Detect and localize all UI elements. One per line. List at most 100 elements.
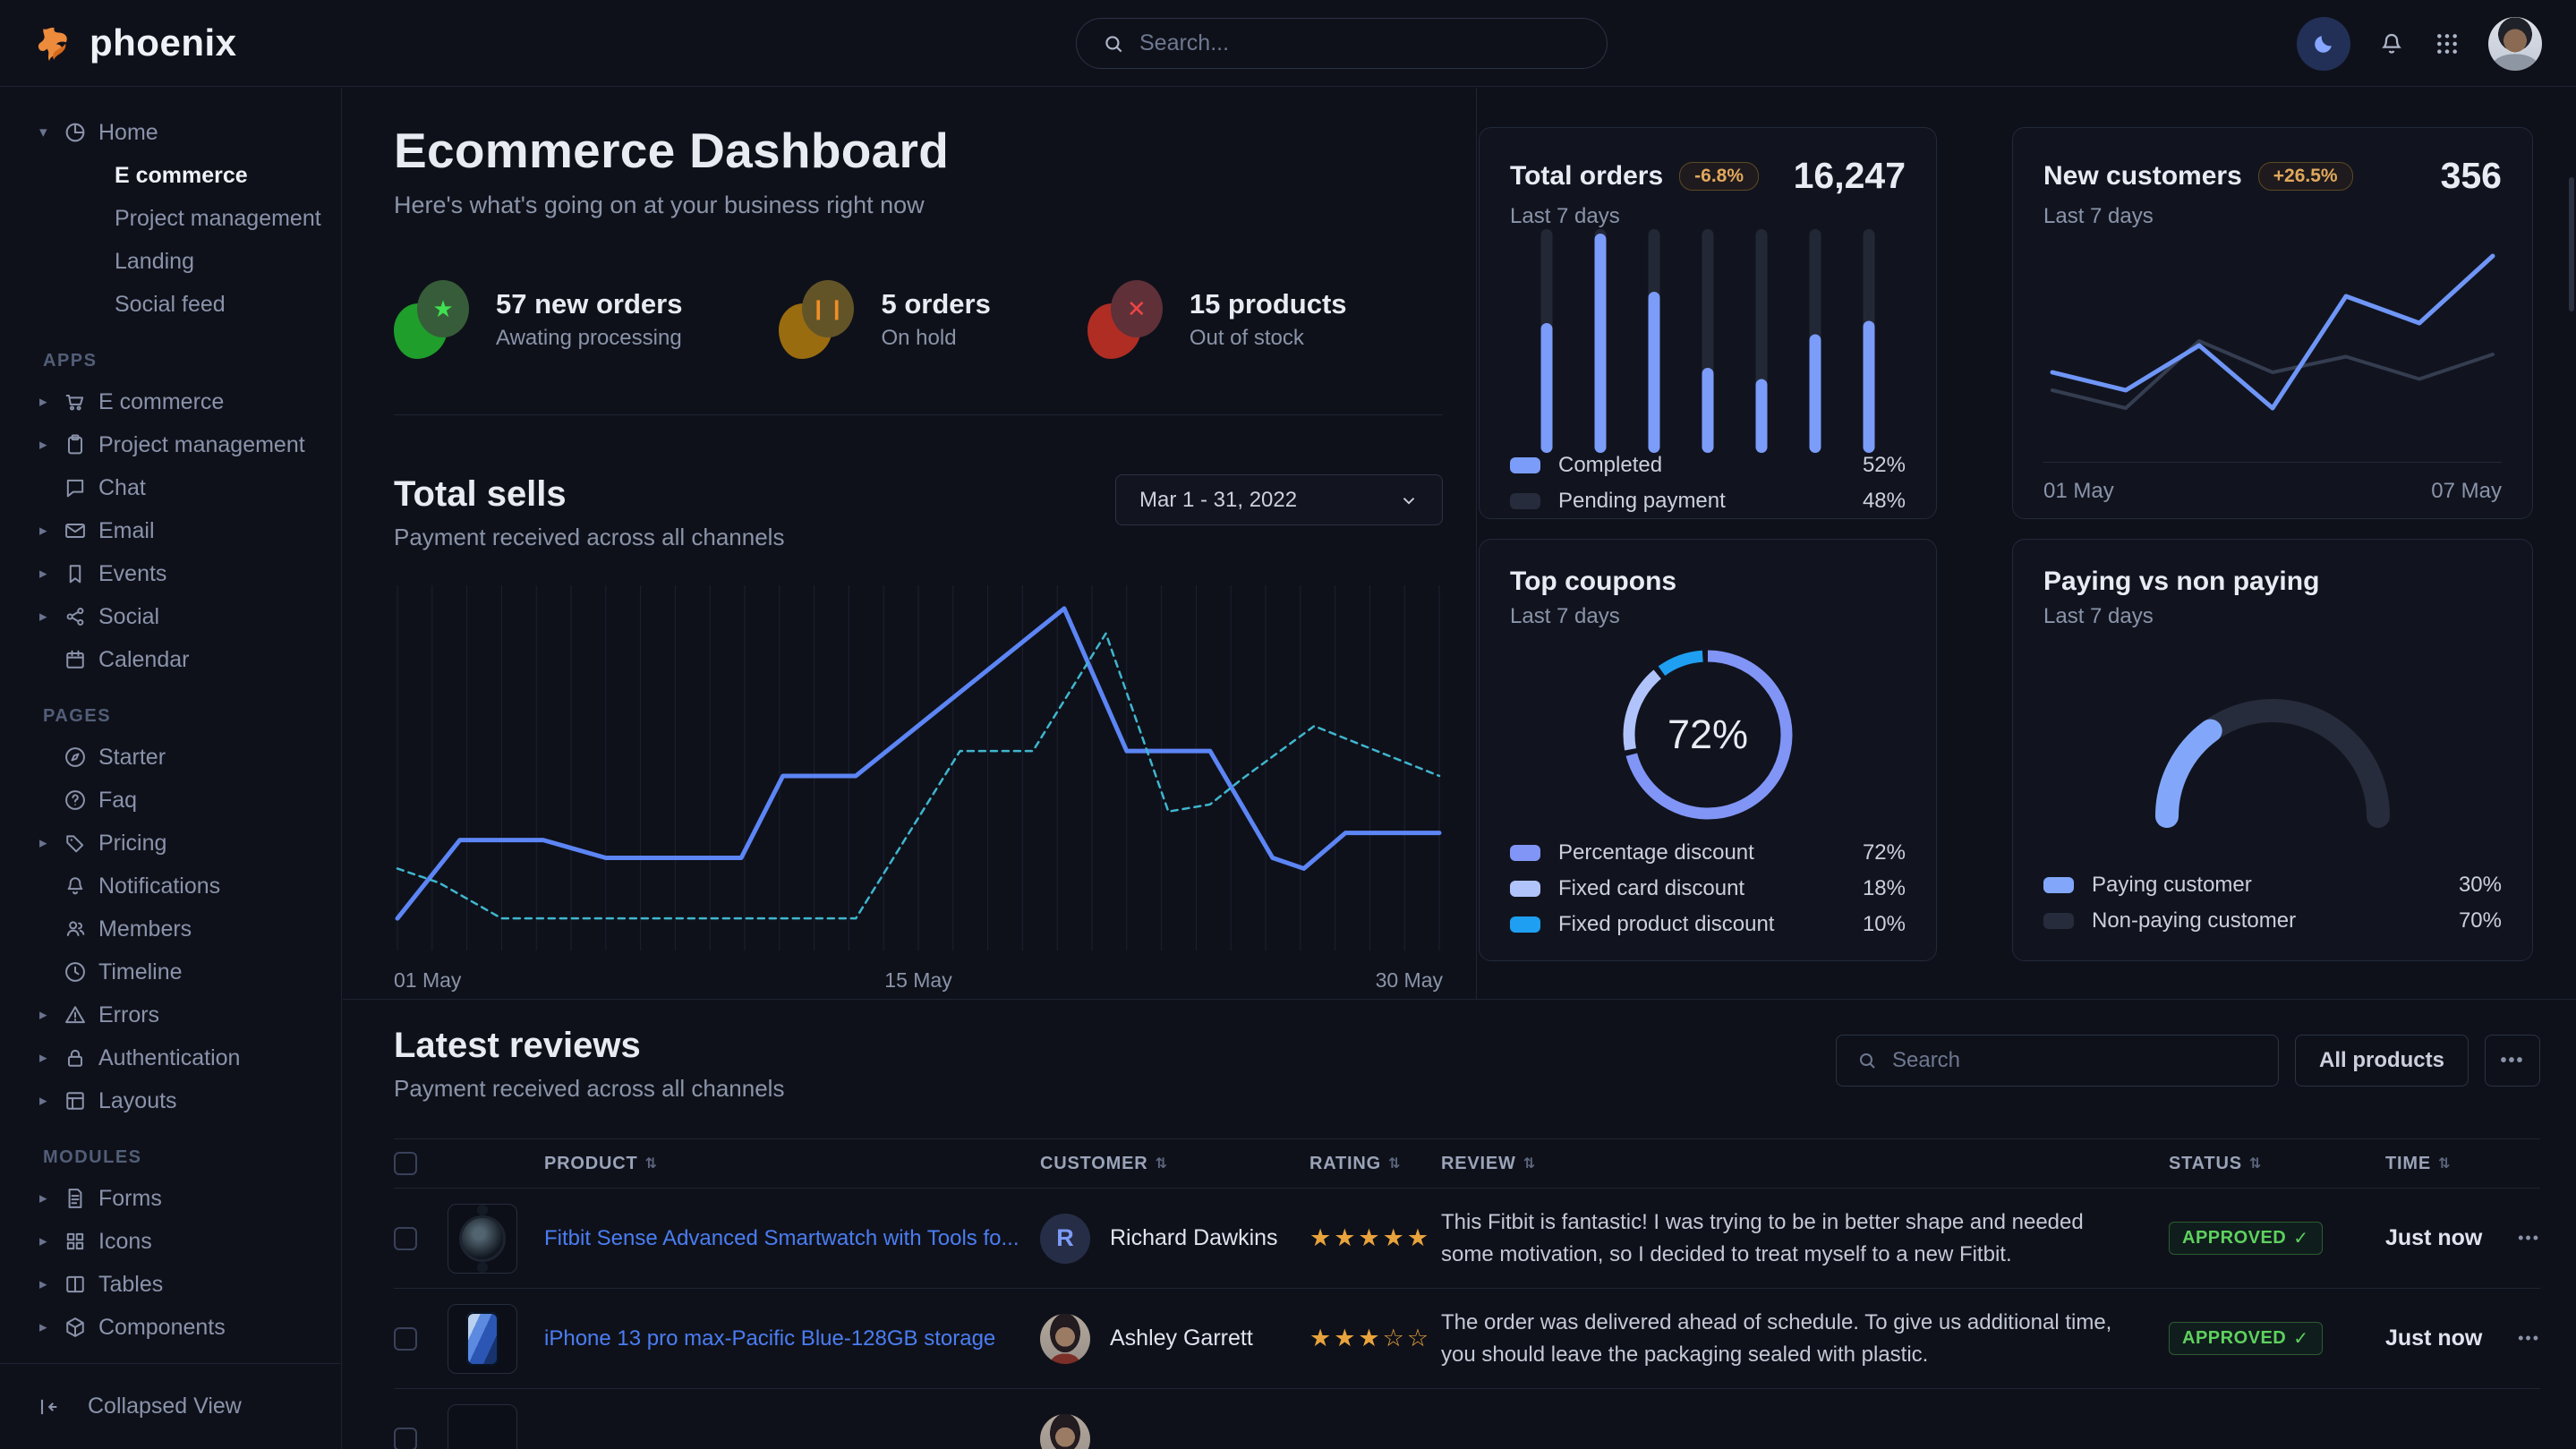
clock-icon bbox=[63, 959, 98, 984]
column-header-time[interactable]: TIME⇅ bbox=[2385, 1154, 2497, 1174]
card-subtitle: Last 7 days bbox=[2043, 604, 2502, 629]
sidebar-item-events[interactable]: ▸Events bbox=[0, 552, 341, 595]
apps-grid-icon[interactable] bbox=[2433, 30, 2461, 58]
sidebar-item-project-management[interactable]: Project management bbox=[0, 197, 341, 240]
envelope-icon bbox=[63, 518, 98, 543]
theme-toggle-moon-icon[interactable] bbox=[2297, 17, 2350, 71]
global-search-input[interactable] bbox=[1139, 30, 1582, 56]
sidebar-item-social-feed[interactable]: Social feed bbox=[0, 283, 341, 326]
x-tick: 01 May bbox=[2043, 479, 2114, 504]
row-checkbox[interactable] bbox=[394, 1428, 417, 1449]
product-thumbnail bbox=[448, 1304, 544, 1374]
brand-name: phoenix bbox=[90, 21, 237, 64]
reviews-search-input[interactable] bbox=[1892, 1048, 2258, 1073]
scrollbar[interactable] bbox=[2569, 177, 2574, 311]
sidebar-item-starter[interactable]: Starter bbox=[0, 736, 341, 779]
sidebar-item-label: Authentication bbox=[98, 1045, 240, 1071]
chat-icon bbox=[63, 475, 98, 500]
sidebar-item-timeline[interactable]: Timeline bbox=[0, 950, 341, 993]
sidebar-item-e-commerce[interactable]: E commerce bbox=[0, 154, 341, 197]
row-checkbox[interactable] bbox=[394, 1327, 417, 1351]
trend-badge: -6.8% bbox=[1679, 162, 1759, 191]
sidebar-item-forms[interactable]: ▸ Forms bbox=[0, 1177, 341, 1220]
caret-right-icon: ▸ bbox=[39, 1189, 63, 1207]
sidebar-item-notifications[interactable]: Notifications bbox=[0, 865, 341, 908]
total-sells-x-axis: 01 May 15 May 30 May bbox=[394, 968, 1443, 993]
sidebar-item-chat[interactable]: Chat bbox=[0, 466, 341, 509]
sidebar-item-landing[interactable]: Landing bbox=[0, 240, 341, 283]
sidebar-item-email[interactable]: ▸Email bbox=[0, 509, 341, 552]
sidebar-item-label: Pricing bbox=[98, 831, 166, 857]
sidebar-item-pricing[interactable]: ▸Pricing bbox=[0, 822, 341, 865]
column-header-review[interactable]: REVIEW⇅ bbox=[1441, 1154, 2169, 1174]
divider bbox=[343, 999, 2576, 1000]
sidebar-item-errors[interactable]: ▸Errors bbox=[0, 993, 341, 1036]
caret-right-icon: ▸ bbox=[39, 393, 63, 411]
row-more-button[interactable]: ••• bbox=[2497, 1329, 2540, 1348]
sidebar-item-members[interactable]: Members bbox=[0, 908, 341, 950]
sidebar-item-social[interactable]: ▸Social bbox=[0, 595, 341, 638]
reviews-search[interactable] bbox=[1836, 1035, 2279, 1087]
all-products-button[interactable]: All products bbox=[2295, 1035, 2469, 1087]
notifications-bell-icon[interactable] bbox=[2377, 30, 2406, 58]
product-thumbnail bbox=[448, 1204, 544, 1274]
sidebar-item-components[interactable]: ▸Components bbox=[0, 1306, 341, 1349]
sidebar-item-label: Members bbox=[98, 916, 192, 942]
bell-icon bbox=[63, 874, 98, 899]
sidebar-item-tables[interactable]: ▸Tables bbox=[0, 1263, 341, 1306]
main-content: Ecommerce Dashboard Here's what's going … bbox=[343, 88, 2576, 1449]
warning-icon bbox=[63, 1002, 98, 1027]
sidebar-item-faq[interactable]: Faq bbox=[0, 779, 341, 822]
column-header-rating[interactable]: RATING⇅ bbox=[1309, 1154, 1441, 1174]
date-range-select[interactable]: Mar 1 - 31, 2022 bbox=[1115, 474, 1443, 525]
sidebar-item-label: Chat bbox=[98, 475, 146, 501]
user-avatar[interactable] bbox=[2488, 17, 2542, 71]
collapsed-view-toggle[interactable]: Collapsed View bbox=[0, 1363, 340, 1449]
product-link[interactable]: iPhone 13 pro max-Pacific Blue-128GB sto… bbox=[544, 1326, 1040, 1351]
sidebar-item-layouts[interactable]: ▸Layouts bbox=[0, 1079, 341, 1122]
more-options-button[interactable]: ••• bbox=[2485, 1035, 2540, 1087]
x-tick: 01 May bbox=[394, 968, 461, 993]
column-header-product[interactable]: PRODUCT⇅ bbox=[544, 1154, 1040, 1174]
sort-icon: ⇅ bbox=[2249, 1155, 2262, 1172]
sidebar-item-label: Calendar bbox=[98, 647, 189, 673]
row-more-button[interactable]: ••• bbox=[2497, 1229, 2540, 1248]
sidebar-item-e-commerce[interactable]: ▸E commerce bbox=[0, 380, 341, 423]
sidebar-item-calendar[interactable]: Calendar bbox=[0, 638, 341, 681]
brand[interactable]: phoenix bbox=[36, 21, 237, 64]
divider bbox=[1476, 88, 1477, 999]
sidebar-item-label: Starter bbox=[98, 745, 166, 771]
caret-down-icon: ▾ bbox=[39, 124, 63, 141]
search-icon bbox=[1102, 32, 1125, 55]
reviews-table: PRODUCT⇅ CUSTOMER⇅ RATING⇅ REVIEW⇅ STATU… bbox=[394, 1138, 2540, 1449]
tag-icon bbox=[63, 831, 98, 856]
global-search[interactable] bbox=[1076, 18, 1608, 69]
total-orders-card: Total orders -6.8% 16,247 Last 7 days Co… bbox=[1479, 127, 1937, 519]
card-title: Total orders bbox=[1510, 161, 1663, 192]
select-all-checkbox[interactable] bbox=[394, 1152, 417, 1175]
rating-stars: ★★★☆☆ bbox=[1309, 1325, 1441, 1352]
total-orders-legend: Completed52%Pending payment48% bbox=[1510, 453, 1906, 514]
sidebar-item-label: Forms bbox=[98, 1186, 162, 1212]
legend-swatch bbox=[1510, 881, 1540, 897]
status-badge: APPROVED ✓ bbox=[2169, 1222, 2323, 1255]
x-tick: 30 May bbox=[1376, 968, 1443, 993]
legend-label: Completed bbox=[1558, 453, 1662, 478]
sidebar-section-label: PAGES bbox=[43, 706, 341, 727]
product-link[interactable]: Fitbit Sense Advanced Smartwatch with To… bbox=[544, 1226, 1040, 1251]
sidebar-item-authentication[interactable]: ▸Authentication bbox=[0, 1036, 341, 1079]
legend-item-percentage-discount: Percentage discount72% bbox=[1510, 840, 1906, 865]
sidebar-item-label: Project management bbox=[98, 432, 305, 458]
row-checkbox[interactable] bbox=[394, 1227, 417, 1250]
legend-label: Fixed product discount bbox=[1558, 912, 1774, 937]
sidebar-item-project-management[interactable]: ▸Project management bbox=[0, 423, 341, 466]
column-header-status[interactable]: STATUS⇅ bbox=[2169, 1154, 2385, 1174]
sort-icon: ⇅ bbox=[1155, 1155, 1167, 1172]
card-value: 356 bbox=[2441, 155, 2502, 197]
paying-gauge-chart bbox=[2043, 629, 2502, 873]
sidebar-item-home[interactable]: ▾ Home bbox=[0, 111, 341, 154]
column-header-customer[interactable]: CUSTOMER⇅ bbox=[1040, 1154, 1309, 1174]
sidebar-item-icons[interactable]: ▸Icons bbox=[0, 1220, 341, 1263]
pie-chart-icon bbox=[63, 120, 98, 145]
review-text: The order was delivered ahead of schedul… bbox=[1441, 1307, 2169, 1371]
